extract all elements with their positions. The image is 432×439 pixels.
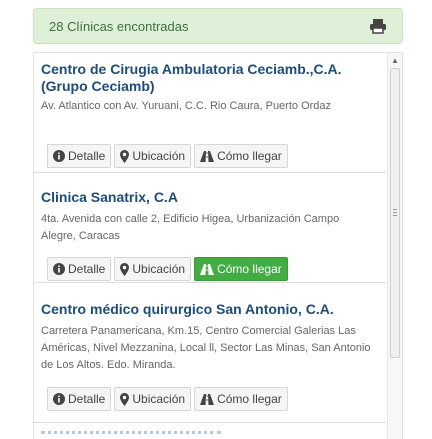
location-button[interactable]: Ubicación [114, 144, 192, 168]
directions-label: Cómo llegar [217, 262, 282, 276]
detail-label: Detalle [68, 149, 106, 163]
info-circle-icon [53, 263, 65, 275]
results-banner: 28 Clínicas encontradas [33, 8, 403, 44]
clinic-name-link[interactable]: Centro de Cirugia Ambulatoria Ceciamb.,C… [41, 61, 363, 95]
thumb-grip [393, 215, 397, 216]
vertical-scrollbar[interactable]: ▲ [387, 53, 402, 439]
action-buttons: Detalle Ubicación Cómo llegar [47, 387, 288, 411]
map-marker-icon [120, 149, 130, 163]
location-button[interactable]: Ubicación [114, 257, 192, 281]
print-button[interactable] [366, 15, 390, 37]
location-label: Ubicación [132, 392, 186, 406]
scroll-up-arrow-icon[interactable]: ▲ [388, 53, 402, 67]
action-buttons: Detalle Ubicación Cómo llegar [47, 144, 288, 168]
detail-button[interactable]: Detalle [47, 144, 112, 168]
directions-button[interactable]: Cómo llegar [194, 257, 288, 281]
info-circle-icon [53, 150, 65, 162]
clinic-list[interactable]: Centro de Cirugia Ambulatoria Ceciamb.,C… [33, 52, 403, 439]
list-item: Centro de Cirugia Ambulatoria Ceciamb.,C… [34, 53, 386, 173]
results-count: 28 Clínicas encontradas [49, 18, 189, 34]
directions-label: Cómo llegar [217, 392, 282, 406]
info-circle-icon [53, 393, 65, 405]
clinic-address: 4ta. Avenida con calle 2, Edificio Higea… [41, 213, 340, 242]
road-icon [200, 393, 215, 405]
detail-label: Detalle [68, 392, 106, 406]
location-label: Ubicación [132, 262, 186, 276]
thumb-grip [393, 209, 397, 210]
clinic-address: Av. Atlantico con Av. Yuruani, C.C. Rio … [41, 100, 332, 112]
thumb-grip [393, 212, 397, 213]
road-icon [200, 263, 215, 275]
list-item: Clinica Sanatrix, C.A 4ta. Avenida con c… [34, 173, 386, 283]
location-label: Ubicación [132, 149, 186, 163]
directions-label: Cómo llegar [217, 149, 282, 163]
scrollbar-thumb[interactable] [390, 68, 400, 358]
detail-label: Detalle [68, 262, 106, 276]
detail-button[interactable]: Detalle [47, 387, 112, 411]
map-marker-icon [120, 392, 130, 406]
action-buttons: Detalle Ubicación Cómo llegar [47, 257, 288, 281]
clinic-name-link[interactable]: Centro médico quirurgico San Antonio, C.… [41, 301, 363, 318]
detail-button[interactable]: Detalle [47, 257, 112, 281]
next-list-item-peek [41, 431, 221, 437]
directions-button[interactable]: Cómo llegar [194, 387, 288, 411]
clinic-address: Carretera Panamericana, Km.15, Centro Co… [41, 325, 371, 371]
clinic-name-link[interactable]: Clinica Sanatrix, C.A [41, 189, 363, 206]
road-icon [200, 150, 215, 162]
print-icon [370, 19, 386, 34]
location-button[interactable]: Ubicación [114, 387, 192, 411]
directions-button[interactable]: Cómo llegar [194, 144, 288, 168]
map-marker-icon [120, 262, 130, 276]
list-item: Centro médico quirurgico San Antonio, C.… [34, 283, 386, 423]
